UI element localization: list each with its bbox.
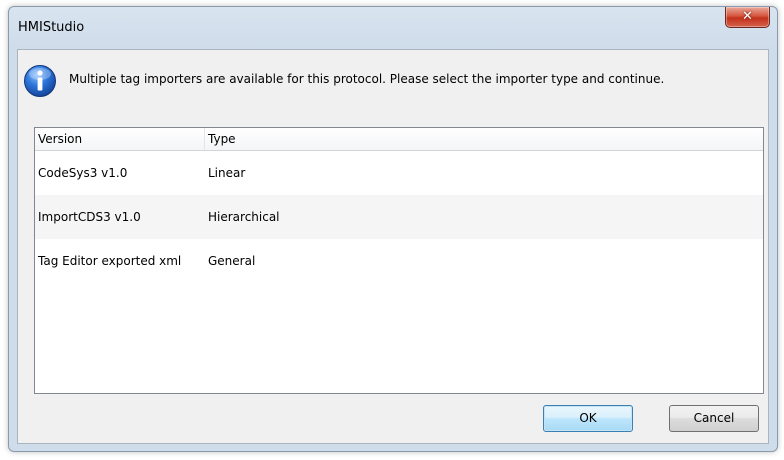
list-row[interactable]: CodeSys3 v1.0 Linear	[35, 151, 763, 195]
list-header: Version Type	[35, 128, 763, 151]
list-row[interactable]: ImportCDS3 v1.0 Hierarchical	[35, 195, 763, 239]
window-title: HMIStudio	[18, 20, 85, 35]
column-header-type[interactable]: Type	[205, 128, 325, 150]
info-message: Multiple tag importers are available for…	[69, 72, 665, 86]
importer-list[interactable]: Version Type CodeSys3 v1.0 Linear Import…	[34, 127, 764, 394]
list-row[interactable]: Tag Editor exported xml General	[35, 239, 763, 283]
close-icon: ✕	[742, 9, 753, 24]
column-header-version[interactable]: Version	[35, 128, 205, 150]
close-button[interactable]: ✕	[725, 7, 770, 28]
row-type: Hierarchical	[208, 210, 280, 224]
cancel-button[interactable]: Cancel	[669, 405, 759, 432]
row-type: Linear	[208, 166, 246, 180]
row-version: Tag Editor exported xml	[38, 254, 182, 268]
row-version: ImportCDS3 v1.0	[38, 210, 141, 224]
info-icon	[24, 65, 56, 97]
ok-button[interactable]: OK	[543, 405, 633, 432]
row-version: CodeSys3 v1.0	[38, 166, 128, 180]
row-type: General	[208, 254, 256, 268]
title-bar[interactable]: HMIStudio ✕	[9, 7, 777, 47]
